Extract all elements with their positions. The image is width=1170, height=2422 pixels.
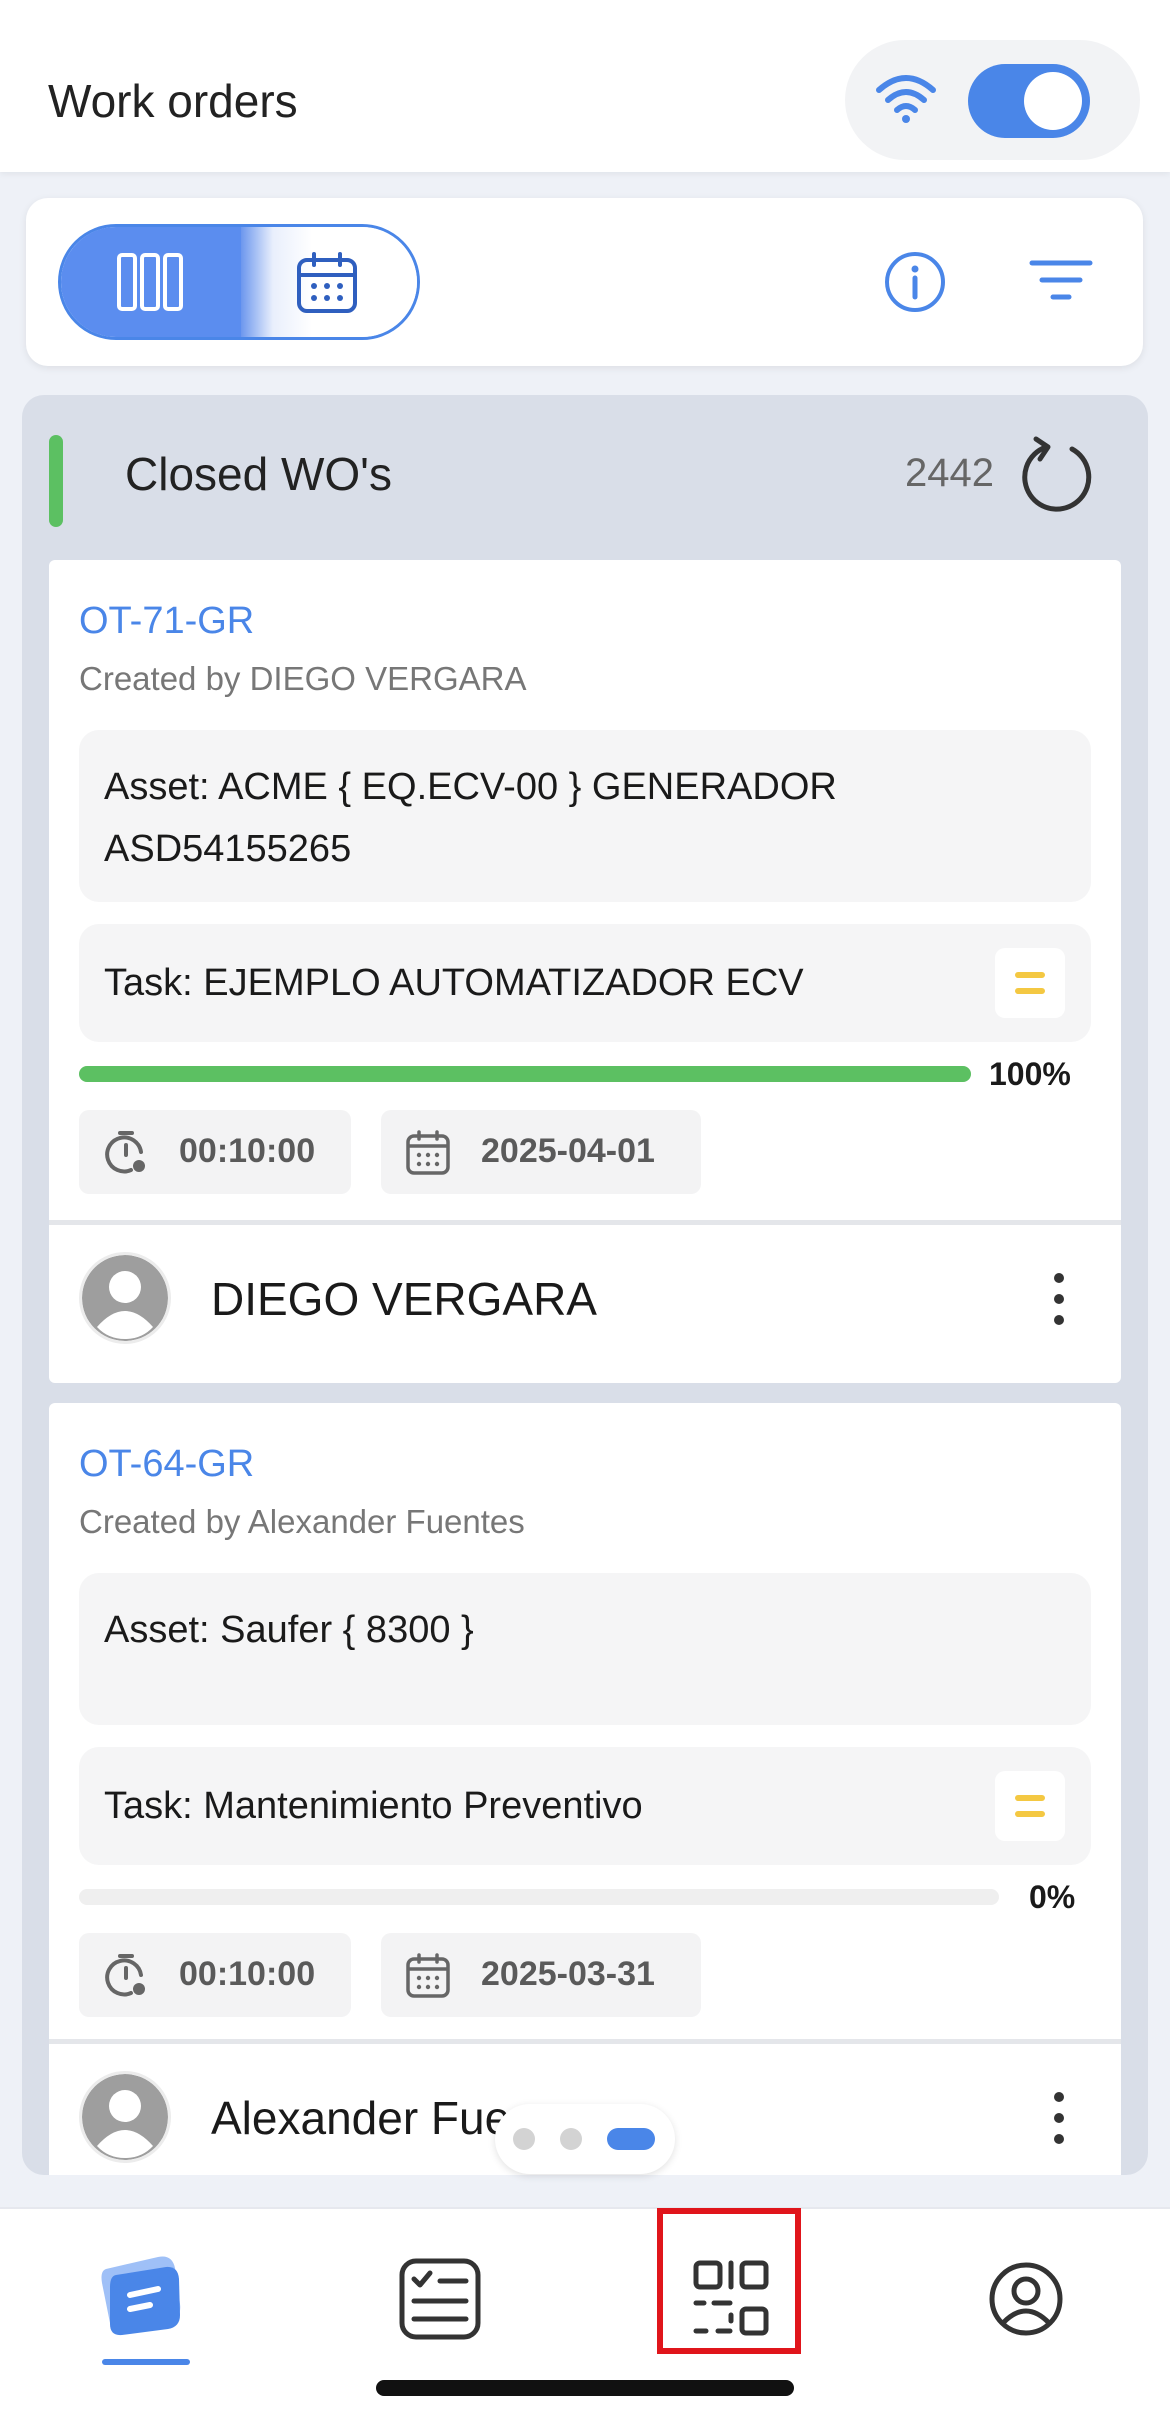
- kanban-column: Closed WO's 2442 OT-71-GR Created by DIE…: [22, 395, 1148, 2175]
- user-avatar-icon: [82, 1255, 168, 1341]
- column-count: 2442: [905, 451, 994, 495]
- duration-value: 00:10:00: [179, 1955, 316, 1993]
- progress-label: 0%: [1029, 1879, 1076, 1915]
- column-title: Closed WO's: [125, 448, 392, 500]
- qr-scan-highlight: [657, 2208, 801, 2354]
- asset-label: Asset:: [104, 1609, 210, 1651]
- timer-icon: [105, 1131, 145, 1174]
- calendar-view-button[interactable]: [241, 227, 417, 337]
- asset-value: ACME { EQ.ECV-00 } GENERADOR ASD54155265: [104, 766, 837, 870]
- task-text: Task: Mantenimiento Preventivo: [104, 1775, 1044, 1837]
- page-dot[interactable]: [513, 2128, 535, 2150]
- work-order-code[interactable]: OT-71-GR: [79, 600, 254, 643]
- progress-fill: [79, 1066, 971, 1082]
- status-indicator: [49, 435, 63, 527]
- task-value: Mantenimiento Preventivo: [192, 1785, 643, 1827]
- date-value: 2025-03-31: [481, 1955, 655, 1993]
- assignee-name: DIEGO VERGARA: [211, 1273, 597, 1325]
- columns-icon: [117, 253, 183, 311]
- task-box: Task: EJEMPLO AUTOMATIZADOR ECV: [79, 924, 1091, 1042]
- task-box: Task: Mantenimiento Preventivo: [79, 1747, 1091, 1865]
- info-icon[interactable]: [883, 250, 947, 314]
- asset-label: Asset:: [104, 766, 210, 808]
- task-text: Task: EJEMPLO AUTOMATIZADOR ECV: [104, 952, 1044, 1014]
- filter-icon[interactable]: [1029, 258, 1093, 302]
- progress-bar: [79, 1889, 999, 1905]
- created-by: Created by DIEGO VERGARA: [79, 660, 527, 697]
- duration-chip: 00:10:00: [79, 1110, 351, 1194]
- task-label: Task:: [104, 1785, 193, 1827]
- toggle-knob: [1024, 72, 1082, 130]
- page-dot-active[interactable]: [607, 2128, 655, 2150]
- date-value: 2025-04-01: [481, 1132, 655, 1170]
- home-indicator: [376, 2380, 794, 2396]
- page-indicator[interactable]: [495, 2104, 675, 2174]
- connection-pill: [845, 40, 1140, 160]
- nav-checklist[interactable]: [370, 2239, 520, 2379]
- nav-work-orders[interactable]: [70, 2239, 220, 2379]
- nav-profile[interactable]: [950, 2239, 1100, 2379]
- asset-box: Asset: Saufer { 8300 }: [79, 1573, 1091, 1725]
- column-header: Closed WO's 2442: [22, 395, 1148, 555]
- kanban-view-button[interactable]: [61, 227, 241, 337]
- work-order-card[interactable]: OT-64-GR Created by Alexander Fuentes As…: [49, 1403, 1121, 2175]
- progress-bar: [79, 1066, 971, 1082]
- work-orders-icon: [101, 2256, 181, 2336]
- view-toolbar: [26, 198, 1143, 366]
- calendar-small-icon: [406, 1130, 450, 1175]
- online-toggle[interactable]: [968, 64, 1090, 138]
- date-chip: 2025-03-31: [381, 1933, 701, 2017]
- profile-icon: [989, 2262, 1063, 2336]
- view-switcher: [58, 224, 420, 340]
- asset-box: Asset: ACME { EQ.ECV-00 } GENERADOR ASD5…: [79, 730, 1091, 902]
- more-options-icon[interactable]: [1049, 1272, 1069, 1326]
- avatar: [79, 2071, 171, 2163]
- active-tab-indicator: [102, 2359, 190, 2365]
- progress-label: 100%: [989, 1056, 1071, 1092]
- more-options-icon[interactable]: [1049, 2091, 1069, 2145]
- priority-medium-icon: [995, 1771, 1065, 1841]
- calendar-small-icon: [406, 1953, 450, 1998]
- calendar-icon: [297, 252, 357, 313]
- created-by: Created by Alexander Fuentes: [79, 1503, 525, 1540]
- timer-icon: [105, 1954, 145, 1997]
- asset-value: Saufer { 8300 }: [209, 1609, 474, 1651]
- card-divider: [49, 1220, 1121, 1225]
- task-value: EJEMPLO AUTOMATIZADOR ECV: [192, 962, 804, 1004]
- date-chip: 2025-04-01: [381, 1110, 701, 1194]
- priority-medium-icon: [995, 948, 1065, 1018]
- app-header: Work orders: [0, 0, 1170, 172]
- avatar: [79, 1252, 171, 1344]
- checklist-icon: [399, 2258, 481, 2340]
- page-dot[interactable]: [560, 2128, 582, 2150]
- work-order-card[interactable]: OT-71-GR Created by DIEGO VERGARA Asset:…: [49, 560, 1121, 1383]
- task-label: Task:: [104, 962, 193, 1004]
- user-avatar-icon: [82, 2074, 168, 2160]
- asset-text: Asset: ACME { EQ.ECV-00 } GENERADOR ASD5…: [104, 756, 1044, 880]
- duration-value: 00:10:00: [179, 1132, 316, 1170]
- work-order-code[interactable]: OT-64-GR: [79, 1443, 254, 1486]
- card-divider: [49, 2039, 1121, 2044]
- wifi-icon: [876, 75, 936, 123]
- asset-text: Asset: Saufer { 8300 }: [104, 1599, 1044, 1661]
- refresh-icon[interactable]: [1016, 433, 1100, 517]
- duration-chip: 00:10:00: [79, 1933, 351, 2017]
- page-title: Work orders: [48, 75, 298, 127]
- assignee-row: DIEGO VERGARA: [49, 1232, 1121, 1362]
